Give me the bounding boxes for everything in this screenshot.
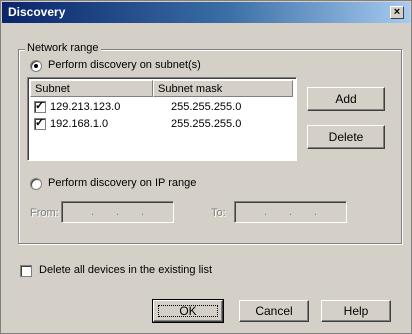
row-checkbox[interactable] xyxy=(34,117,46,130)
radio-subnet-row[interactable]: Perform discovery on subnet(s) xyxy=(30,59,201,72)
table-row[interactable]: 129.213.123.0 255.255.255.0 xyxy=(34,99,241,115)
help-button[interactable]: Help xyxy=(321,300,391,322)
subnet-cell: 129.213.123.0 xyxy=(50,101,121,113)
radio-ip-range-label: Perform discovery on IP range xyxy=(48,177,197,189)
radio-subnet-label: Perform discovery on subnet(s) xyxy=(48,59,201,71)
ip-dot: . xyxy=(313,206,318,218)
subnet-mask-cell: 255.255.255.0 xyxy=(171,118,242,130)
ip-dot: . xyxy=(115,206,120,218)
subnet-list[interactable]: Subnet Subnet mask 129.213.123.0 255.255… xyxy=(27,77,297,161)
add-button[interactable]: Add xyxy=(307,87,385,111)
title-bar[interactable]: Discovery × xyxy=(2,2,410,23)
ok-button[interactable]: OK xyxy=(152,299,224,323)
radio-subnet[interactable] xyxy=(30,59,42,72)
cancel-button[interactable]: Cancel xyxy=(239,300,309,322)
ip-dot: . xyxy=(263,206,268,218)
row-checkbox[interactable] xyxy=(34,100,46,113)
ip-dot: . xyxy=(288,206,293,218)
column-header-subnet[interactable]: Subnet xyxy=(30,80,153,97)
column-header-subnet-mask[interactable]: Subnet mask xyxy=(153,80,293,97)
to-ip-field[interactable]: . . . xyxy=(234,201,347,223)
to-label: To: xyxy=(211,207,226,219)
subnet-list-header: Subnet Subnet mask xyxy=(30,80,293,97)
delete-all-label: Delete all devices in the existing list xyxy=(39,264,213,276)
focus-ring xyxy=(158,305,218,317)
radio-ip-range-row[interactable]: Perform discovery on IP range xyxy=(30,177,196,190)
close-icon[interactable]: × xyxy=(390,6,404,19)
ip-dot: . xyxy=(90,206,95,218)
from-ip-field[interactable]: . . . xyxy=(61,201,174,223)
network-range-legend: Network range xyxy=(25,42,101,55)
radio-ip-range[interactable] xyxy=(30,177,42,190)
subnet-mask-cell: 255.255.255.0 xyxy=(171,101,242,113)
discovery-dialog: Discovery × Network range Perform discov… xyxy=(0,0,412,334)
delete-button[interactable]: Delete xyxy=(307,125,385,149)
delete-all-row[interactable]: Delete all devices in the existing list xyxy=(20,264,212,277)
ip-dot: . xyxy=(140,206,145,218)
subnet-cell: 192.168.1.0 xyxy=(50,118,109,130)
from-label: From: xyxy=(30,207,59,219)
window-title: Discovery xyxy=(8,5,66,19)
delete-all-checkbox[interactable] xyxy=(20,264,32,277)
table-row[interactable]: 192.168.1.0 255.255.255.0 xyxy=(34,116,241,132)
